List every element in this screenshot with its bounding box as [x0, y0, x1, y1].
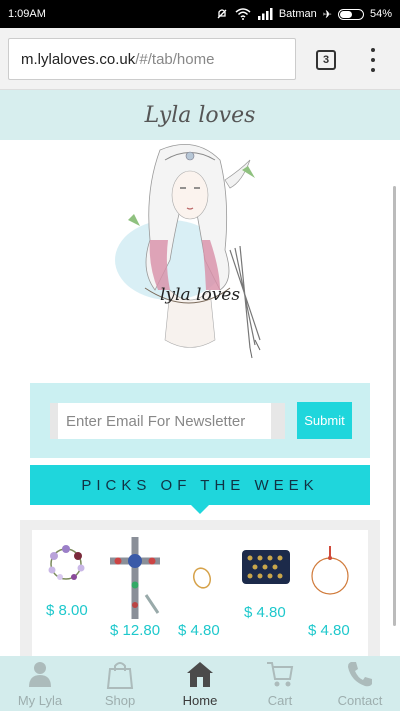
- url-host: m.lylaloves.co.uk: [21, 50, 136, 68]
- status-time: 1:09AM: [8, 8, 46, 20]
- nav-label: Home: [182, 693, 218, 708]
- product-price: $ 4.80: [308, 622, 350, 639]
- mute-icon: [217, 9, 227, 19]
- product-price: $ 4.80: [178, 622, 220, 639]
- product-item[interactable]: [182, 556, 222, 596]
- newsletter-panel: Enter Email For Newsletter Submit: [30, 383, 370, 458]
- wifi-icon: [235, 8, 251, 20]
- patterned-purse-image: [242, 550, 290, 584]
- battery-icon: [337, 8, 364, 20]
- nav-cart[interactable]: Cart: [240, 656, 320, 711]
- home-icon: [187, 662, 213, 687]
- nav-shop[interactable]: Shop: [80, 656, 160, 711]
- shopping-bag-icon: [106, 662, 134, 689]
- brand-title: Lyla loves: [144, 102, 256, 128]
- cross-necklace-image: [110, 537, 160, 619]
- nav-contact[interactable]: Contact: [320, 656, 400, 711]
- bracelet-image: [311, 546, 349, 595]
- nav-my-lyla[interactable]: My Lyla: [0, 656, 80, 711]
- nav-label: Cart: [267, 693, 293, 708]
- product-item[interactable]: [106, 535, 164, 621]
- submit-button[interactable]: Submit: [297, 402, 352, 439]
- nav-label: Contact: [337, 693, 383, 708]
- products-card: $ 8.00 $ 12.80 $ 4.80 $ 4.80 $ 4.80: [32, 530, 368, 660]
- url-field[interactable]: m.lylaloves.co.uk/#/tab/home: [8, 38, 296, 80]
- product-item[interactable]: [308, 544, 354, 602]
- cart-icon: [267, 662, 294, 687]
- nav-home[interactable]: Home: [160, 656, 240, 711]
- flower-crown-image: [48, 545, 85, 580]
- nav-label: My Lyla: [17, 693, 63, 708]
- status-bar: 1:09AM Batman ✈ 54%: [0, 0, 400, 28]
- carrier-name: Batman: [278, 8, 317, 20]
- gold-ring-image: [192, 567, 212, 589]
- product-item[interactable]: [240, 548, 292, 588]
- phone-icon: [348, 662, 372, 687]
- picks-heading: PICKS OF THE WEEK: [81, 476, 319, 494]
- signal-icon: [257, 8, 273, 20]
- hero-illustration: lyla loves: [115, 144, 261, 359]
- product-price: $ 12.80: [110, 622, 161, 639]
- picks-pointer: [191, 505, 209, 514]
- url-path: /#/tab/home: [135, 50, 215, 68]
- bottom-navigation: My Lyla Shop Home Cart Contact: [0, 656, 400, 711]
- hero-logo-lettering: lyla loves: [160, 285, 240, 305]
- product-price: $ 8.00: [46, 602, 88, 619]
- browser-toolbar: m.lylaloves.co.uk/#/tab/home 3: [0, 28, 400, 90]
- products-carousel: $ 8.00 $ 12.80 $ 4.80 $ 4.80 $ 4.80: [20, 520, 380, 660]
- email-input[interactable]: Enter Email For Newsletter: [58, 403, 271, 439]
- overflow-menu-icon[interactable]: [366, 48, 380, 72]
- tab-switcher-button[interactable]: 3: [316, 50, 336, 70]
- status-icons: Batman ✈ 54%: [215, 7, 392, 21]
- product-item[interactable]: [44, 540, 88, 584]
- product-price: $ 4.80: [244, 604, 286, 621]
- page-scrollbar[interactable]: [393, 186, 396, 626]
- battery-level: 54%: [369, 8, 392, 20]
- brand-header: Lyla loves: [0, 90, 400, 140]
- airplane-icon: ✈: [322, 8, 332, 21]
- email-placeholder: Enter Email For Newsletter: [66, 412, 246, 430]
- picks-heading-bar: PICKS OF THE WEEK: [30, 465, 370, 505]
- person-icon: [29, 662, 51, 687]
- nav-label: Shop: [104, 693, 136, 708]
